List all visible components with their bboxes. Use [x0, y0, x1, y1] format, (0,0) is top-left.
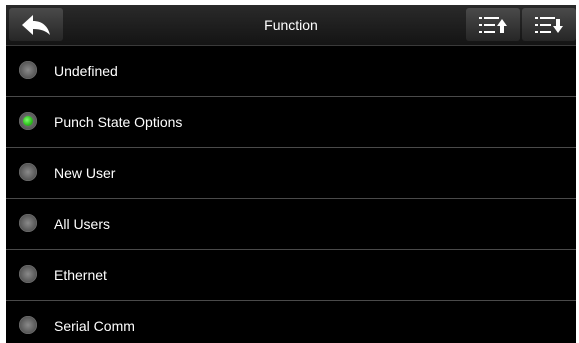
- radio-button[interactable]: [19, 265, 37, 283]
- list-sort-up-icon: [479, 17, 507, 33]
- option-new-user[interactable]: New User: [6, 148, 576, 199]
- option-label: Ethernet: [54, 267, 107, 283]
- function-screen: Function Undefined Punch State Options N…: [6, 5, 576, 343]
- radio-button[interactable]: [19, 112, 37, 130]
- option-ethernet[interactable]: Ethernet: [6, 250, 576, 301]
- option-serial-comm[interactable]: Serial Comm: [6, 301, 576, 343]
- radio-button[interactable]: [19, 163, 37, 181]
- option-label: All Users: [54, 216, 111, 232]
- option-label: Serial Comm: [54, 318, 135, 334]
- header-bar: Function: [6, 5, 576, 46]
- option-label: Punch State Options: [54, 114, 183, 130]
- radio-button[interactable]: [19, 61, 37, 79]
- option-undefined[interactable]: Undefined: [6, 46, 576, 97]
- radio-button[interactable]: [19, 214, 37, 232]
- radio-button[interactable]: [19, 316, 37, 334]
- option-label: New User: [54, 165, 116, 181]
- sort-up-button[interactable]: [466, 8, 520, 41]
- sort-down-button[interactable]: [522, 8, 576, 41]
- option-label: Undefined: [54, 63, 118, 79]
- list-sort-down-icon: [535, 17, 563, 33]
- option-punch-state-options[interactable]: Punch State Options: [6, 97, 576, 148]
- back-button[interactable]: [9, 8, 63, 41]
- back-arrow-icon: [22, 15, 50, 35]
- function-option-list: Undefined Punch State Options New User A…: [6, 46, 576, 343]
- option-all-users[interactable]: All Users: [6, 199, 576, 250]
